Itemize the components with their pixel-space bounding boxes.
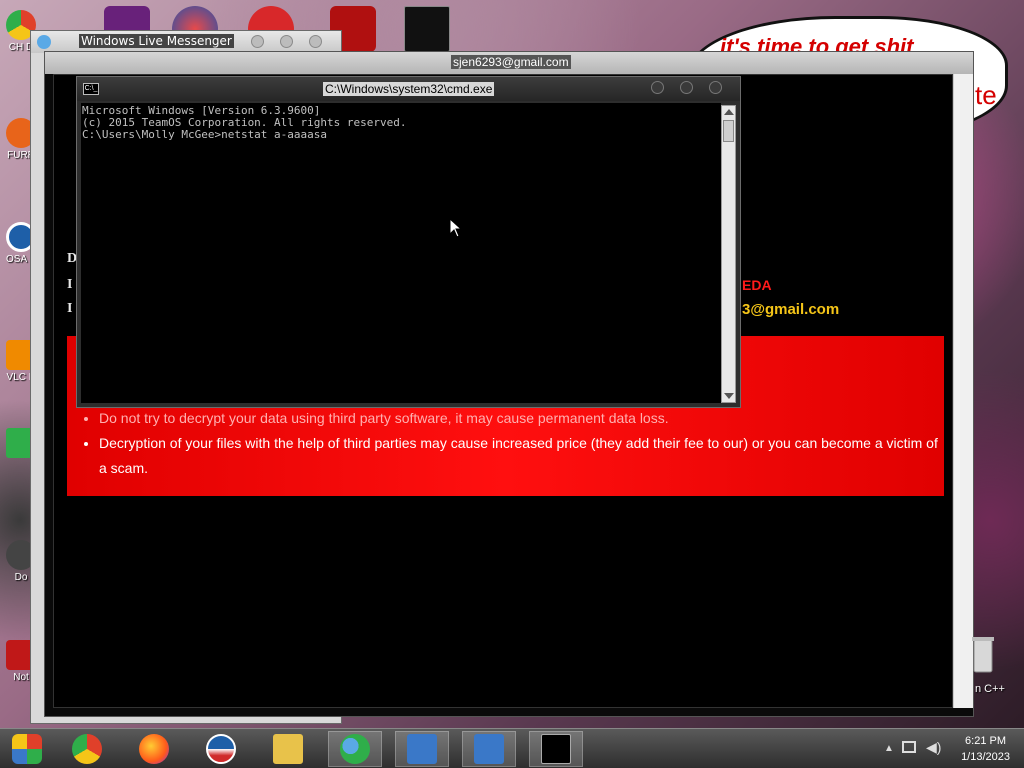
bubble-fragment: te	[975, 80, 997, 110]
installer-icon	[474, 734, 504, 764]
recycle-bin-icon[interactable]	[972, 634, 994, 674]
warning-item: Do not try to decrypt your data using th…	[99, 406, 940, 431]
note-line-2: I	[67, 277, 73, 292]
minimize-button[interactable]	[651, 81, 664, 94]
system-tray: ▲ ◀) 6:21 PM 1/13/2023	[864, 729, 1024, 768]
messenger-icon	[37, 35, 51, 49]
note-titlebar[interactable]: sjen6293@gmail.com	[45, 52, 973, 74]
clock[interactable]: 6:21 PM 1/13/2023	[961, 733, 1010, 765]
start-icon	[12, 734, 42, 764]
show-hidden-icons-icon[interactable]: ▲	[884, 743, 894, 754]
obama-logo-icon	[206, 734, 236, 764]
minimize-button[interactable]	[251, 35, 264, 48]
warning-list: Do not try to decrypt your data using th…	[99, 406, 940, 481]
installer-icon	[407, 734, 437, 764]
cmd-titlebar[interactable]: C:\_ C:\Windows\system32\cmd.exe	[77, 77, 740, 101]
volume-icon[interactable]: ◀)	[926, 739, 941, 756]
cmd-desktop-icon[interactable]	[404, 6, 450, 52]
scroll-up-icon[interactable]	[724, 109, 734, 115]
note-title: sjen6293@gmail.com	[451, 55, 571, 69]
clock-date: 1/13/2023	[961, 751, 1010, 763]
close-button[interactable]	[709, 81, 722, 94]
close-button[interactable]	[309, 35, 322, 48]
chrome-icon	[72, 734, 102, 764]
mouse-cursor-icon	[449, 218, 463, 238]
network-icon[interactable]	[902, 741, 916, 753]
note-email-fragment[interactable]: 3@gmail.com	[742, 301, 839, 318]
warning-item: Decryption of your files with the help o…	[99, 431, 940, 481]
folder-icon	[273, 734, 303, 764]
console-prompt-line[interactable]: C:\Users\Molly McGee>netstat a-aaaasa	[82, 129, 721, 141]
scroll-thumb[interactable]	[723, 120, 734, 142]
taskbar-installer[interactable]	[395, 731, 449, 767]
taskbar-messenger[interactable]	[328, 731, 382, 767]
scroll-down-icon[interactable]	[724, 393, 734, 399]
maximize-button[interactable]	[680, 81, 693, 94]
note-red-fragment: EDA	[742, 277, 772, 293]
taskbar-chrome[interactable]	[60, 731, 114, 767]
taskbar-start-button[interactable]	[0, 731, 54, 767]
cmd-taskbar-icon	[541, 734, 571, 764]
cmd-window[interactable]: C:\_ C:\Windows\system32\cmd.exe Microso…	[76, 76, 741, 408]
taskbar-file-explorer[interactable]	[261, 731, 315, 767]
taskbar-installer-2[interactable]	[462, 731, 516, 767]
note-scrollbar[interactable]	[953, 74, 973, 708]
cmd-title: C:\Windows\system32\cmd.exe	[323, 82, 495, 96]
taskbar: ▲ ◀) 6:21 PM 1/13/2023	[0, 728, 1024, 768]
taskbar-cmd[interactable]	[529, 731, 583, 767]
taskbar-obama[interactable]	[194, 731, 248, 767]
recycle-bin-label: n C++	[975, 683, 1005, 695]
taskbar-firefox[interactable]	[127, 731, 181, 767]
cmd-scrollbar[interactable]	[721, 105, 736, 403]
cmd-icon: C:\_	[83, 83, 99, 95]
clock-time: 6:21 PM	[965, 735, 1007, 747]
note-line-3: I	[67, 301, 73, 316]
cmd-console[interactable]: Microsoft Windows [Version 6.3.9600] (c) …	[81, 103, 721, 403]
maximize-button[interactable]	[280, 35, 293, 48]
messenger-users-icon	[340, 734, 370, 764]
messenger-titlebar[interactable]: Windows Live Messenger	[31, 31, 341, 53]
messenger-title: Windows Live Messenger	[79, 34, 234, 48]
firefox-icon	[139, 734, 169, 764]
